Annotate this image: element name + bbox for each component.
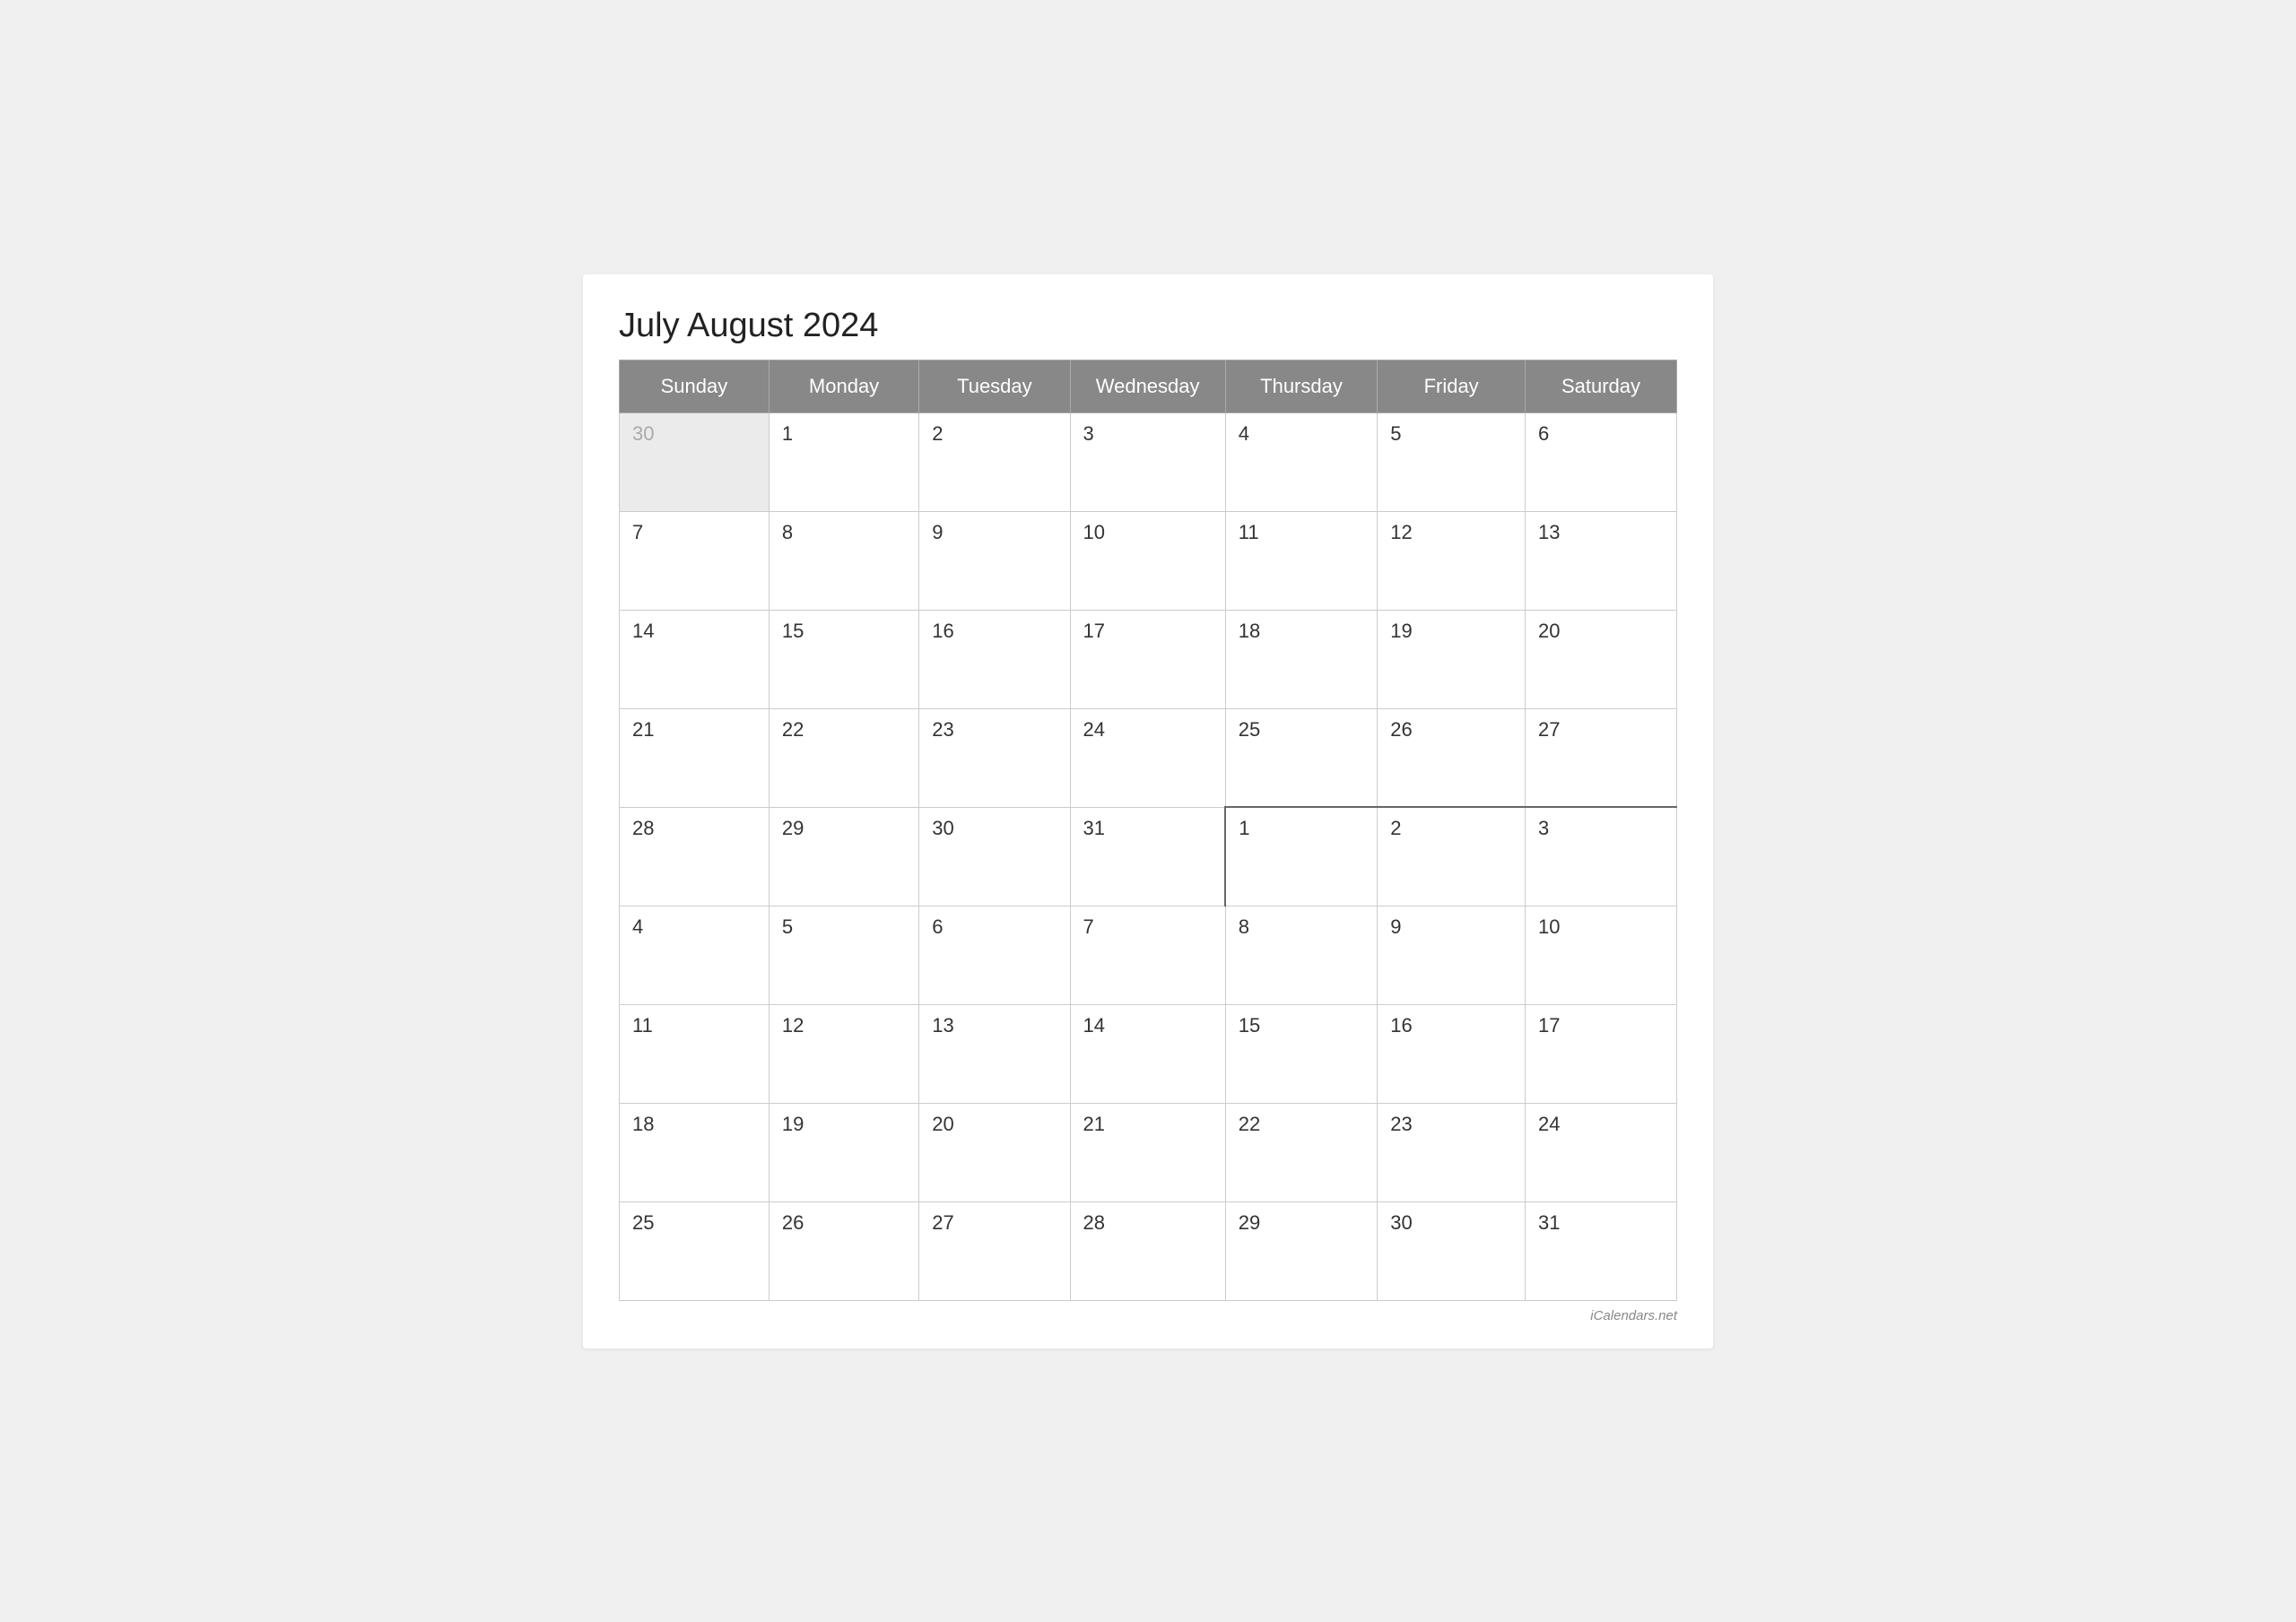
day-of-week-header: Tuesday [919, 360, 1070, 412]
calendar-day-cell[interactable]: 30 [1378, 1201, 1526, 1300]
calendar-day-cell[interactable]: 14 [620, 610, 770, 708]
calendar-day-cell[interactable]: 2 [1378, 807, 1526, 906]
calendar-day-cell[interactable]: 31 [1070, 807, 1225, 906]
calendar-day-cell[interactable]: 24 [1070, 708, 1225, 807]
calendar-day-cell[interactable]: 1 [769, 412, 918, 511]
calendar-day-cell[interactable]: 4 [620, 906, 770, 1004]
calendar-day-cell[interactable]: 15 [769, 610, 918, 708]
calendar-week-row: 21222324252627 [620, 708, 1677, 807]
calendar-week-row: 14151617181920 [620, 610, 1677, 708]
calendar-day-cell[interactable]: 1 [1225, 807, 1378, 906]
calendar-day-cell[interactable]: 5 [1378, 412, 1526, 511]
calendar-day-cell[interactable]: 20 [1526, 610, 1677, 708]
calendar-day-cell[interactable]: 23 [1378, 1103, 1526, 1201]
calendar-day-cell[interactable]: 16 [919, 610, 1070, 708]
calendar-day-cell[interactable]: 11 [1225, 511, 1378, 610]
calendar-day-cell[interactable]: 6 [919, 906, 1070, 1004]
calendar-week-row: 30123456 [620, 412, 1677, 511]
calendar-week-row: 45678910 [620, 906, 1677, 1004]
calendar-day-cell[interactable]: 19 [769, 1103, 918, 1201]
day-of-week-header: Saturday [1526, 360, 1677, 412]
calendar-day-cell[interactable]: 30 [919, 807, 1070, 906]
calendar-day-cell[interactable]: 10 [1070, 511, 1225, 610]
calendar-day-cell[interactable]: 21 [1070, 1103, 1225, 1201]
calendar-day-cell[interactable]: 6 [1526, 412, 1677, 511]
calendar-day-cell[interactable]: 27 [1526, 708, 1677, 807]
header-row: SundayMondayTuesdayWednesdayThursdayFrid… [620, 360, 1677, 412]
day-of-week-header: Wednesday [1070, 360, 1225, 412]
calendar-table: SundayMondayTuesdayWednesdayThursdayFrid… [619, 360, 1677, 1301]
calendar-day-cell[interactable]: 2 [919, 412, 1070, 511]
calendar-day-cell[interactable]: 13 [1526, 511, 1677, 610]
calendar-day-cell[interactable]: 21 [620, 708, 770, 807]
calendar-day-cell[interactable]: 8 [769, 511, 918, 610]
calendar-day-cell[interactable]: 23 [919, 708, 1070, 807]
calendar-day-cell[interactable]: 12 [1378, 511, 1526, 610]
calendar-day-cell[interactable]: 4 [1225, 412, 1378, 511]
calendar-day-cell[interactable]: 28 [620, 807, 770, 906]
day-of-week-header: Monday [769, 360, 918, 412]
calendar-day-cell[interactable]: 28 [1070, 1201, 1225, 1300]
calendar-day-cell[interactable]: 22 [1225, 1103, 1378, 1201]
calendar-container: July August 2024 SundayMondayTuesdayWedn… [583, 274, 1713, 1349]
calendar-day-cell[interactable]: 25 [1225, 708, 1378, 807]
calendar-day-cell[interactable]: 9 [1378, 906, 1526, 1004]
calendar-week-row: 18192021222324 [620, 1103, 1677, 1201]
calendar-day-cell[interactable]: 13 [919, 1004, 1070, 1103]
watermark: iCalendars.net [619, 1308, 1677, 1323]
calendar-day-cell[interactable]: 30 [620, 412, 770, 511]
calendar-day-cell[interactable]: 26 [769, 1201, 918, 1300]
calendar-day-cell[interactable]: 3 [1526, 807, 1677, 906]
calendar-day-cell[interactable]: 10 [1526, 906, 1677, 1004]
calendar-day-cell[interactable]: 15 [1225, 1004, 1378, 1103]
calendar-week-row: 25262728293031 [620, 1201, 1677, 1300]
calendar-day-cell[interactable]: 16 [1378, 1004, 1526, 1103]
calendar-day-cell[interactable]: 29 [769, 807, 918, 906]
calendar-week-row: 28293031123 [620, 807, 1677, 906]
calendar-day-cell[interactable]: 27 [919, 1201, 1070, 1300]
calendar-day-cell[interactable]: 26 [1378, 708, 1526, 807]
calendar-day-cell[interactable]: 22 [769, 708, 918, 807]
calendar-day-cell[interactable]: 31 [1526, 1201, 1677, 1300]
calendar-day-cell[interactable]: 9 [919, 511, 1070, 610]
calendar-day-cell[interactable]: 5 [769, 906, 918, 1004]
calendar-day-cell[interactable]: 12 [769, 1004, 918, 1103]
calendar-day-cell[interactable]: 7 [620, 511, 770, 610]
calendar-title: July August 2024 [619, 307, 1677, 345]
calendar-week-row: 11121314151617 [620, 1004, 1677, 1103]
calendar-day-cell[interactable]: 17 [1070, 610, 1225, 708]
calendar-week-row: 78910111213 [620, 511, 1677, 610]
calendar-day-cell[interactable]: 14 [1070, 1004, 1225, 1103]
calendar-day-cell[interactable]: 17 [1526, 1004, 1677, 1103]
calendar-day-cell[interactable]: 11 [620, 1004, 770, 1103]
calendar-day-cell[interactable]: 3 [1070, 412, 1225, 511]
calendar-day-cell[interactable]: 18 [620, 1103, 770, 1201]
day-of-week-header: Sunday [620, 360, 770, 412]
calendar-day-cell[interactable]: 8 [1225, 906, 1378, 1004]
day-of-week-header: Thursday [1225, 360, 1378, 412]
calendar-day-cell[interactable]: 7 [1070, 906, 1225, 1004]
calendar-day-cell[interactable]: 18 [1225, 610, 1378, 708]
day-of-week-header: Friday [1378, 360, 1526, 412]
calendar-day-cell[interactable]: 20 [919, 1103, 1070, 1201]
calendar-day-cell[interactable]: 19 [1378, 610, 1526, 708]
calendar-day-cell[interactable]: 24 [1526, 1103, 1677, 1201]
calendar-day-cell[interactable]: 25 [620, 1201, 770, 1300]
calendar-day-cell[interactable]: 29 [1225, 1201, 1378, 1300]
